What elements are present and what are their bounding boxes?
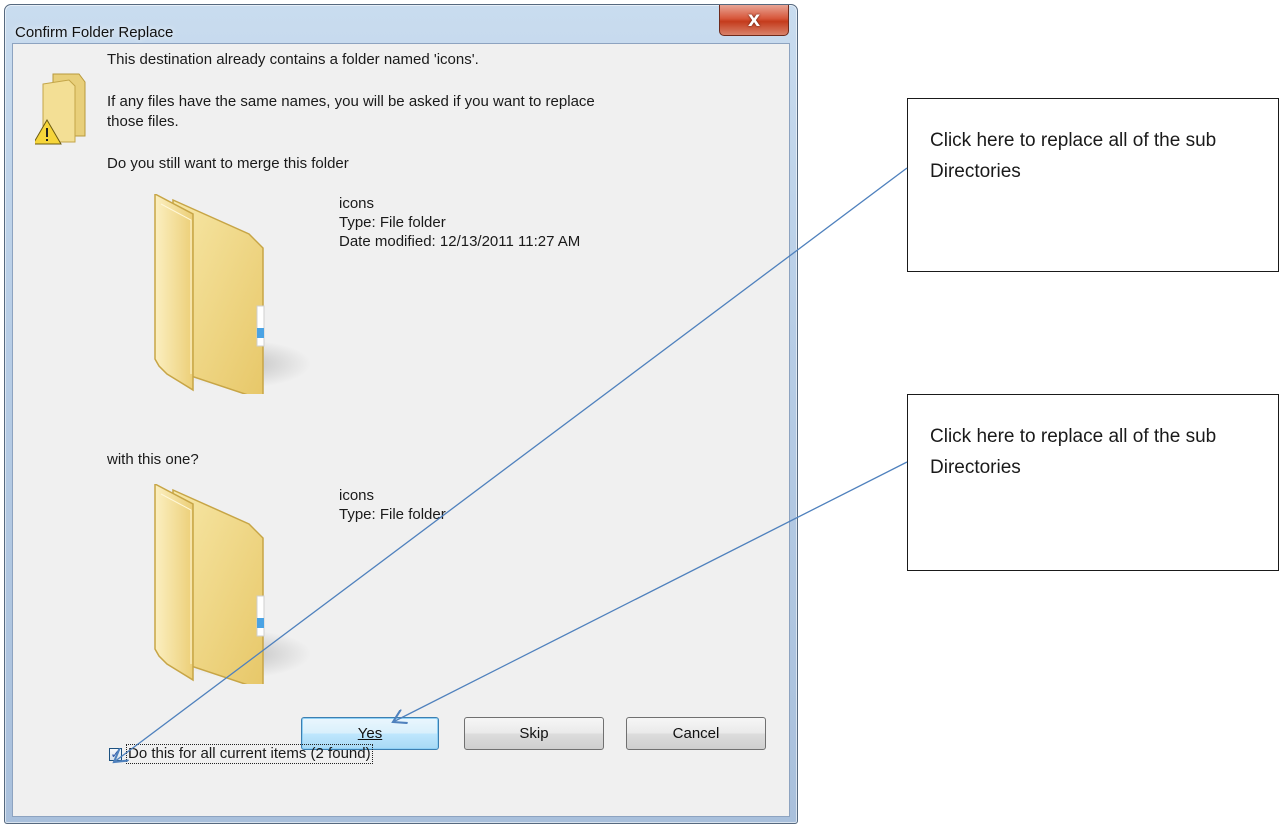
message-replace-line2: those files.: [107, 113, 179, 130]
apply-to-all-label[interactable]: Do this for all current items (2 found): [126, 744, 373, 764]
title-bar[interactable]: Confirm Folder Replace X: [5, 5, 797, 43]
skip-button-label: Skip: [519, 725, 549, 742]
existing-folder-name: icons: [339, 195, 375, 212]
dialog-body: This destination already contains a fold…: [12, 43, 790, 817]
existing-folder-type: Type: File folder: [339, 214, 446, 231]
check-icon: ✓: [110, 747, 121, 761]
folder-warning-icon: [35, 73, 86, 145]
annotation-callout-1: Click here to replace all of the sub Dir…: [907, 98, 1279, 272]
annotation-callout-1-text: Click here to replace all of the sub Dir…: [930, 130, 1217, 182]
existing-folder-modified: Date modified: 12/13/2011 11:27 AM: [339, 233, 581, 250]
message-destination: This destination already contains a fold…: [107, 51, 479, 68]
message-question: Do you still want to merge this folder: [107, 155, 349, 172]
close-button[interactable]: X: [719, 5, 789, 36]
cancel-button-label: Cancel: [672, 725, 720, 742]
annotation-callout-2: Click here to replace all of the sub Dir…: [907, 394, 1279, 571]
message-with-this: with this one?: [107, 451, 199, 468]
folder-icon: [154, 484, 311, 684]
stage: Confirm Folder Replace X This destinatio…: [0, 0, 1279, 828]
annotation-callout-2-text: Click here to replace all of the sub Dir…: [930, 426, 1217, 478]
window-title: Confirm Folder Replace: [15, 24, 174, 41]
incoming-folder-type: Type: File folder: [339, 506, 446, 523]
apply-to-all-checkbox[interactable]: ✓: [109, 747, 122, 761]
yes-button-label: Yes: [357, 725, 383, 742]
confirm-folder-replace-dialog: Confirm Folder Replace X This destinatio…: [4, 4, 798, 824]
skip-button[interactable]: Skip: [464, 717, 604, 750]
cancel-button[interactable]: Cancel: [626, 717, 766, 750]
folder-icon: [154, 194, 311, 394]
close-icon: X: [747, 10, 761, 30]
incoming-folder-name: icons: [339, 487, 375, 504]
apply-to-all-checkbox-row[interactable]: ✓ Do this for all current items (2 found…: [109, 743, 373, 765]
message-replace-line1: If any files have the same names, you wi…: [107, 93, 595, 110]
